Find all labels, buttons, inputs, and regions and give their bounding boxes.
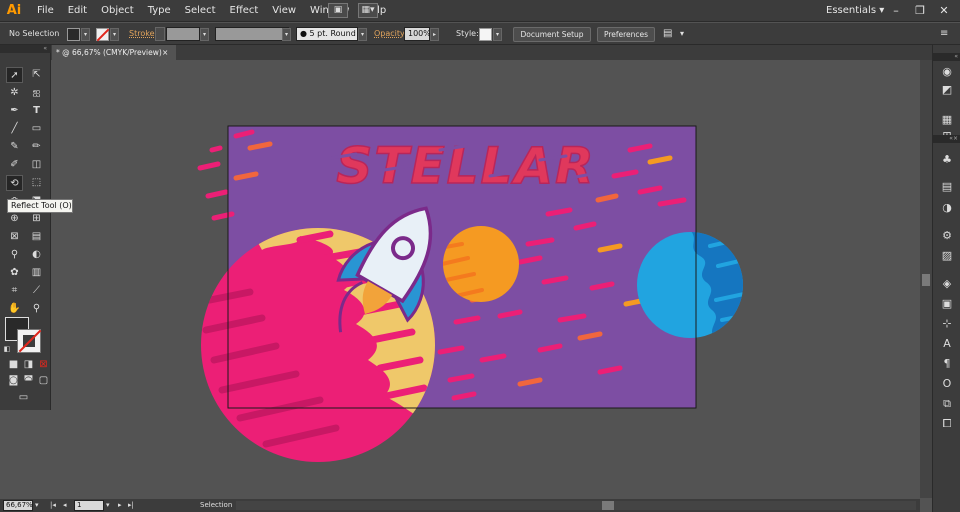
appearance-icon[interactable]: ⚙ [939,229,955,243]
illustrator-logo: Ai [6,3,22,18]
last-artboard-icon[interactable]: ▸| [128,499,134,512]
graphic-styles-icon[interactable]: ▨ [939,249,955,263]
panel-menu-icon[interactable]: ≡ [940,23,948,45]
stroke-weight-stepper[interactable] [155,27,165,41]
character-icon[interactable]: A [939,337,955,351]
bridge-icon[interactable]: ▣ [328,3,348,18]
document-setup-button[interactable]: Document Setup [513,27,591,42]
control-bar: No Selection ▾ ▾ Stroke: ▾ ▾ ● 5 pt. Rou… [0,23,960,45]
transform-icon[interactable]: ⊹ [939,317,955,331]
opacity-input[interactable]: 100% [404,27,431,41]
panel-dock: « ◉ ◩ ▦ ⊞ «× ♣ ▤ ◑ ⚙ ▨ ◈ ▣ ⊹ A ¶ O ⧉ ⧠ [932,45,960,512]
paragraph-icon[interactable]: ¶ [939,357,955,371]
menu-view[interactable]: View [265,0,303,22]
tools-panel-header[interactable]: « [0,45,51,53]
color-icon[interactable]: ◉ [939,65,955,79]
color-guide-icon[interactable]: ◩ [939,83,955,97]
opacity-dropdown[interactable]: ▸ [430,28,439,41]
style-label: Style: [456,29,479,38]
profile-dropdown[interactable]: ▾ [282,28,291,41]
opentype-icon[interactable]: O [939,377,955,391]
control-menu-icon[interactable]: ▾ [680,23,684,45]
style-dropdown[interactable]: ▾ [493,28,502,41]
vertical-scrollbar[interactable] [920,60,932,498]
dock-collapse-icon-2[interactable]: «× [933,135,960,143]
restore-button[interactable]: ❐ [908,0,932,22]
status-bar: 66,67% ▾ |◂ ◂ 1 ▾ ▸ ▸| Selection [0,499,920,512]
align-icon[interactable]: ⧠ [939,417,955,431]
arrange-documents-icon[interactable]: ▦▾ [358,3,378,18]
pathfinder-icon[interactable]: ⧉ [939,397,955,411]
layers-icon[interactable]: ◈ [939,277,955,291]
menu-effect[interactable]: Effect [223,0,266,22]
menu-select[interactable]: Select [178,0,223,22]
stroke-weight-dropdown[interactable]: ▾ [200,28,209,41]
first-artboard-icon[interactable]: |◂ [50,499,56,512]
close-tab-icon[interactable]: × [162,45,168,60]
workspace-switcher[interactable]: Essentials ▾ [826,0,884,22]
artboard-dropdown-icon[interactable]: ▾ [106,499,110,512]
document-title: * @ 66,67% (CMYK/Preview) [56,48,162,57]
stroke-weight-input[interactable] [166,27,200,41]
zoom-input[interactable]: 66,67% [3,500,33,511]
stroke-dropdown[interactable]: ▾ [110,28,119,41]
document-tab[interactable]: * @ 66,67% (CMYK/Preview) × [52,45,176,60]
transparency-icon[interactable]: ◑ [939,201,955,215]
blue-planet[interactable] [637,230,750,340]
selection-status: No Selection [9,29,60,38]
close-window-button[interactable]: ✕ [932,0,956,22]
brush-name: 5 pt. Round [309,29,356,38]
graphic-style-swatch[interactable] [479,28,492,41]
horizontal-scrollbar[interactable] [236,501,916,510]
menu-file[interactable]: File [30,0,61,22]
document-tab-bar: * @ 66,67% (CMYK/Preview) × [0,45,932,60]
menu-edit[interactable]: Edit [61,0,94,22]
workspace-label: Essentials [826,5,877,16]
menubar-icons: ▣ ▦▾ [328,3,378,18]
stroke-label[interactable]: Stroke: [129,23,157,45]
symbols-icon[interactable]: ♣ [939,153,955,167]
preferences-button[interactable]: Preferences [597,27,655,42]
brush-dropdown[interactable]: ▾ [358,28,367,41]
menu-bar: Ai File Edit Object Type Select Effect V… [0,0,960,22]
fill-swatch[interactable] [67,28,80,41]
artboard-number-input[interactable]: 1 [74,500,104,511]
prev-artboard-icon[interactable]: ◂ [63,499,67,512]
menu-object[interactable]: Object [94,0,141,22]
status-mode: Selection [200,501,233,509]
vertical-scroll-thumb[interactable] [922,274,930,286]
brush-definition[interactable]: ● 5 pt. Round [296,27,358,41]
brush-dot-icon: ● [300,29,307,38]
menu-type[interactable]: Type [141,0,178,22]
stroke-swatch[interactable] [96,28,110,42]
next-artboard-icon[interactable]: ▸ [118,499,122,512]
variable-width-profile[interactable] [215,27,289,41]
window-controls: – ❐ ✕ [884,0,956,22]
dock-collapse-icon[interactable]: « [933,53,960,61]
fill-dropdown[interactable]: ▾ [81,28,90,41]
stroke-icon[interactable]: ▤ [939,180,955,194]
isolate-icon[interactable]: ▤ [663,23,672,45]
minimize-button[interactable]: – [884,0,908,22]
horizontal-scroll-thumb[interactable] [602,501,614,510]
none-slash-icon [96,28,110,42]
artboards-icon[interactable]: ▣ [939,297,955,311]
swatches-icon[interactable]: ▦ [939,113,955,127]
opacity-label[interactable]: Opacity: [374,23,407,45]
zoom-dropdown-icon[interactable]: ▾ [35,499,39,512]
canvas[interactable]: STELLAR [0,60,920,499]
